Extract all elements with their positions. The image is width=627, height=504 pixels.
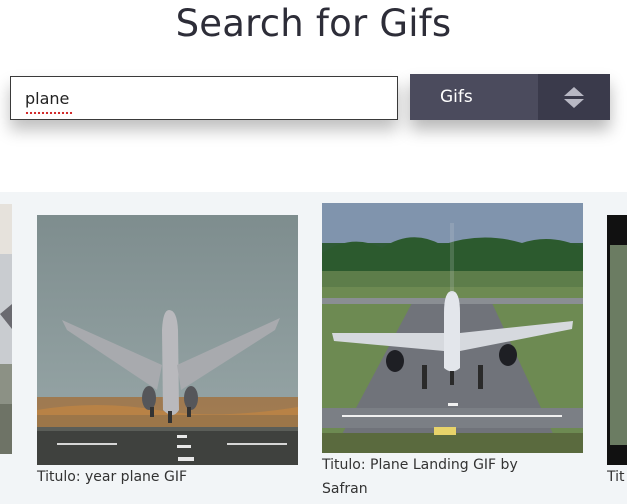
type-select-value: Gifs (440, 87, 473, 107)
page-title: Search for Gifs (175, 2, 452, 45)
result-card[interactable]: Titulo: year plane GIF (37, 215, 299, 504)
gif-thumbnail[interactable] (0, 204, 12, 454)
result-caption: Titulo: year plane GIF (37, 469, 188, 485)
result-caption: Titulo: Plane Landing GIF by Safran (322, 457, 518, 497)
results-grid: Titulo: year plane GIF Titulo: Plane Lan… (0, 192, 627, 504)
type-select[interactable]: Gifs (410, 74, 610, 120)
result-card[interactable] (0, 204, 12, 454)
result-card[interactable]: Titulo: Plane Landing GIF by Safran (322, 203, 584, 504)
gif-thumbnail[interactable] (322, 203, 583, 453)
spellcheck-underline (25, 111, 73, 114)
gif-thumbnail[interactable] (37, 215, 298, 465)
gif-thumbnail[interactable] (607, 215, 627, 465)
sort-arrows-icon[interactable] (538, 74, 610, 120)
result-caption: Tit (607, 469, 625, 485)
result-card[interactable]: Tit (607, 215, 627, 504)
